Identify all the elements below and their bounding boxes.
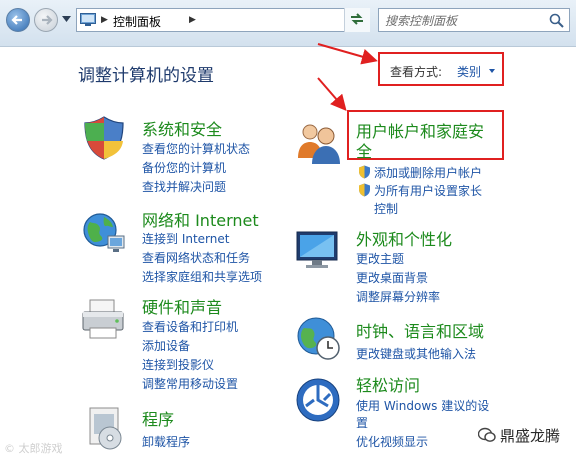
link-add-device[interactable]: 添加设备 (142, 337, 190, 354)
user-accounts-icon[interactable] (294, 118, 342, 166)
link-windows-recommended-settings[interactable]: 使用 Windows 建议的设 (356, 397, 489, 414)
link-windows-recommended-settings-cont[interactable]: 置 (356, 414, 368, 431)
link-change-desktop-background[interactable]: 更改桌面背景 (356, 269, 428, 286)
link-view-computer-status[interactable]: 查看您的计算机状态 (142, 140, 250, 157)
category-appearance[interactable]: 外观和个性化 (356, 226, 452, 250)
category-clock-language-region[interactable]: 时钟、语言和区域 (356, 318, 484, 342)
link-parental-controls[interactable]: 为所有用户设置家长 (374, 182, 482, 199)
category-programs[interactable]: 程序 (142, 406, 174, 430)
link-view-network-status[interactable]: 查看网络状态和任务 (142, 249, 250, 266)
watermark-left: © 太郎游戏 (4, 442, 63, 455)
category-hardware-sound[interactable]: 硬件和声音 (142, 294, 222, 318)
category-network-internet[interactable]: 网络和 Internet (142, 207, 259, 231)
network-globe-icon[interactable] (80, 208, 128, 256)
category-user-accounts[interactable]: 用户帐户和家庭安 (356, 118, 484, 142)
link-change-theme[interactable]: 更改主题 (356, 250, 404, 267)
clock-globe-icon[interactable] (294, 314, 342, 362)
link-uninstall-program[interactable]: 卸载程序 (142, 433, 190, 450)
link-optimize-visual-display[interactable]: 优化视频显示 (356, 433, 428, 450)
link-homegroup-sharing[interactable]: 选择家庭组和共享选项 (142, 268, 262, 285)
link-backup-computer[interactable]: 备份您的计算机 (142, 159, 226, 176)
programs-icon[interactable] (80, 404, 128, 452)
link-connect-internet[interactable]: 连接到 Internet (142, 230, 229, 247)
category-ease-of-access[interactable]: 轻松访问 (356, 372, 420, 396)
security-shield-icon[interactable] (80, 114, 128, 162)
monitor-icon[interactable] (294, 226, 342, 274)
link-connect-projector[interactable]: 连接到投影仪 (142, 356, 214, 373)
annotation-arrow-view-mode (317, 43, 378, 65)
link-mobility-settings[interactable]: 调整常用移动设置 (142, 375, 238, 392)
link-add-remove-user[interactable]: 添加或删除用户帐户 (374, 164, 482, 181)
link-change-keyboard[interactable]: 更改键盘或其他输入法 (356, 345, 476, 362)
link-devices-printers[interactable]: 查看设备和打印机 (142, 318, 238, 335)
uac-shield-icon (359, 183, 370, 197)
wechat-logo-icon (478, 427, 496, 442)
printer-icon[interactable] (80, 296, 128, 344)
category-system-security[interactable]: 系统和安全 (142, 116, 222, 140)
uac-shield-icon (359, 165, 370, 179)
category-user-accounts-cont[interactable]: 全 (356, 138, 372, 162)
annotation-arrow-user-accounts (317, 77, 347, 112)
link-screen-resolution[interactable]: 调整屏幕分辨率 (356, 288, 440, 305)
link-find-fix-problems[interactable]: 查找并解决问题 (142, 178, 226, 195)
ease-of-access-icon[interactable] (294, 376, 342, 424)
watermark-right: 鼎盛龙腾 (500, 427, 561, 445)
link-parental-controls-cont[interactable]: 控制 (374, 200, 398, 217)
